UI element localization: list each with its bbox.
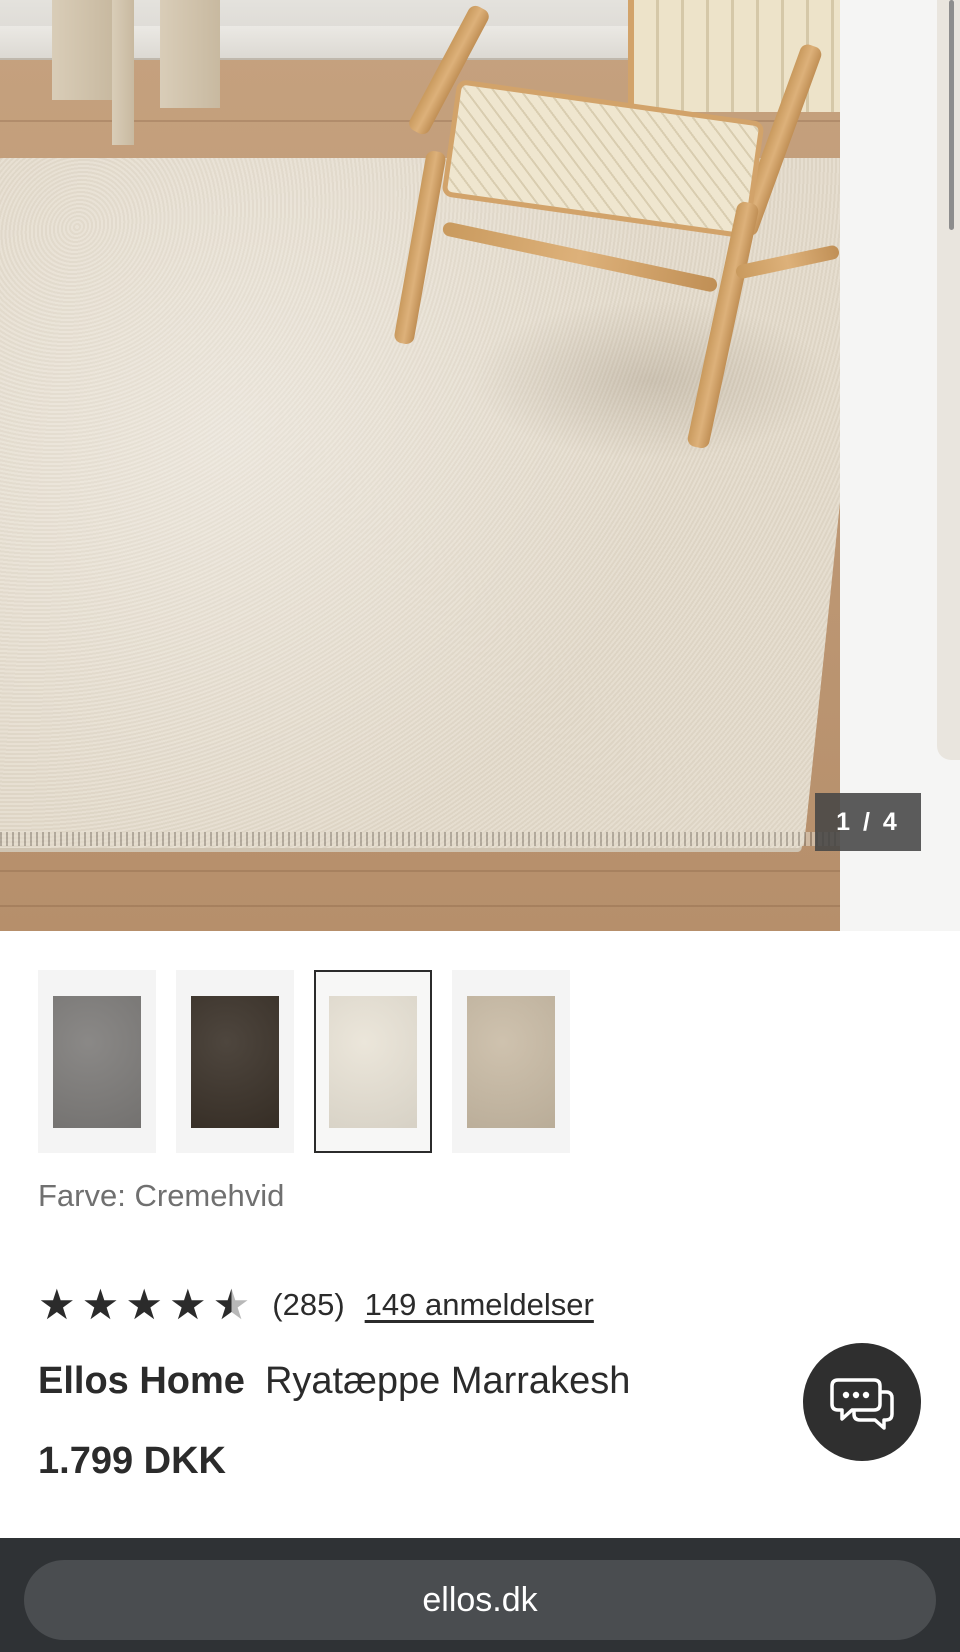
floor-plank [0,870,840,872]
chair-shadow [470,300,830,460]
product-price: 1.799 DKK [38,1440,226,1482]
rug-swatch-grey [53,995,141,1128]
product-page: 1 / 4 Farve: Cremehvid ★ ★ ★ ★ ★ (285) 149 a… [0,0,960,1652]
chat-button[interactable] [803,1343,921,1461]
floor-plank [0,905,840,907]
color-thumbnail-beige[interactable] [452,970,570,1153]
product-brand[interactable]: Ellos Home [38,1360,245,1402]
rug-fringe [0,832,840,846]
color-value: Cremehvid [134,1178,285,1213]
browser-bottom-bar: ellos.dk [0,1538,960,1652]
star-icon: ★ [168,1281,207,1328]
address-bar[interactable]: ellos.dk [24,1560,936,1640]
star-rating: ★ ★ ★ ★ ★ [38,1284,250,1326]
color-label: Farve: [38,1178,126,1213]
color-thumbnail-dark-brown[interactable] [176,970,294,1153]
rug-swatch-beige [467,995,555,1128]
table-leg [160,0,220,108]
star-icon: ★ [81,1281,120,1328]
rug-swatch-cream [329,995,417,1128]
color-variant-thumbnails [38,970,570,1153]
selected-color: Farve: Cremehvid [38,1178,284,1214]
star-icon: ★ [212,1281,251,1328]
table-leg [52,0,112,100]
reviews-link[interactable]: 149 anmeldelser [365,1287,594,1323]
star-icon: ★ [125,1281,163,1328]
product-title: Ellos Home Ryatæppe Marrakesh [38,1360,630,1403]
rug-swatch-dark-brown [191,995,279,1128]
star-icon: ★ [38,1281,76,1328]
product-photo-rug[interactable] [0,0,840,931]
rating-count: (285) [272,1287,345,1322]
color-thumbnail-grey[interactable] [38,970,156,1153]
table-leg [112,0,134,145]
product-image-gallery[interactable]: 1 / 4 [0,0,960,931]
product-rating: ★ ★ ★ ★ ★ (285) 149 anmeldelser [38,1280,594,1330]
url-text: ellos.dk [422,1580,538,1619]
image-counter: 1 / 4 [815,793,921,851]
scrollbar[interactable] [949,0,954,230]
color-thumbnail-cream[interactable] [314,970,432,1153]
chat-bubbles-icon [830,1378,894,1430]
product-name: Ryatæppe Marrakesh [264,1360,631,1402]
